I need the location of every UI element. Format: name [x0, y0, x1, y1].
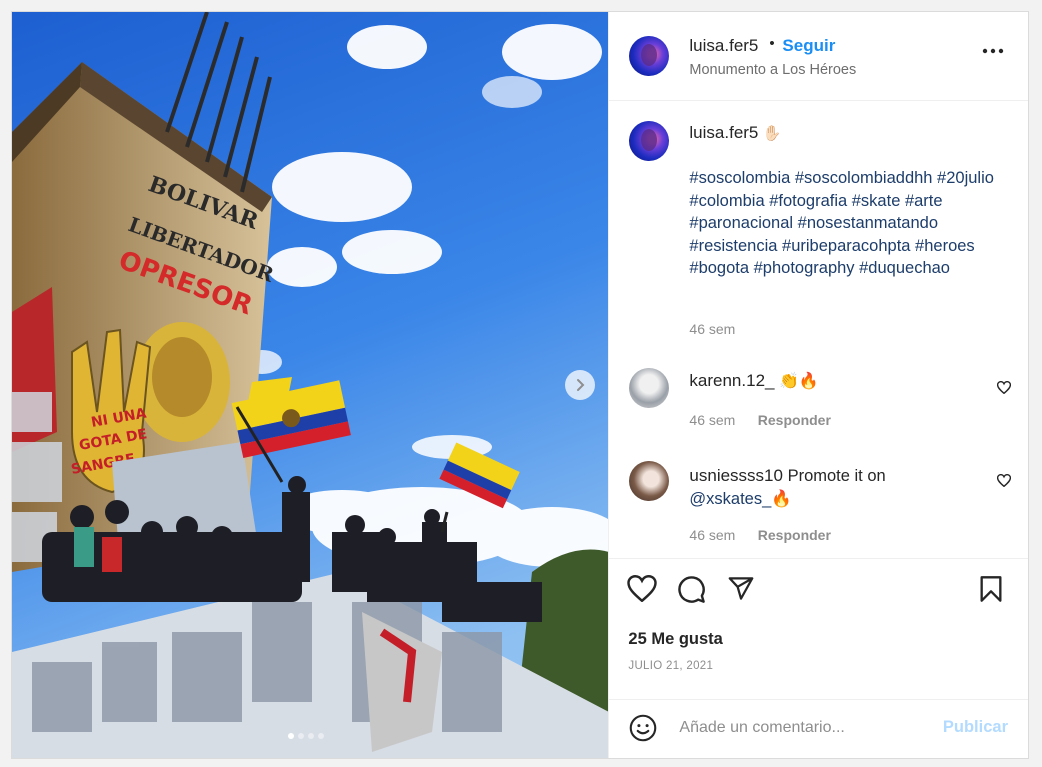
carousel-dot-3 [308, 733, 314, 739]
caption-avatar[interactable] [629, 121, 670, 161]
comment-1-meta: 46 sem Responder [689, 412, 831, 430]
carousel-dot-4 [318, 733, 324, 739]
comment-2-username[interactable]: usniessss10 [689, 466, 783, 485]
comment-2-reply-button[interactable]: Responder [758, 527, 831, 543]
follow-button[interactable]: Seguir [782, 36, 835, 56]
caption-hashtags[interactable]: #soscolombia #soscolombiaddhh #20julio #… [689, 167, 999, 280]
post-actions: 25 Me gusta JULIO 21, 2021 [609, 558, 1028, 699]
comment-1-username[interactable]: karenn.12_ [689, 371, 774, 390]
header-separator: • [769, 35, 775, 52]
comment-1-time: 46 sem [689, 412, 736, 428]
carousel-next-button[interactable] [565, 370, 595, 400]
carousel-indicator [288, 733, 324, 739]
author-avatar[interactable] [629, 36, 670, 76]
commenter-avatar-2[interactable] [629, 461, 670, 501]
chevron-right-icon [577, 379, 585, 391]
comment-2-text: Promote it on [787, 467, 886, 485]
author-username[interactable]: luisa.fer5 [689, 36, 758, 56]
caption-username[interactable]: luisa.fer5 [689, 123, 758, 142]
post-side-panel: luisa.fer5 • Seguir Monumento a Los Héro… [608, 12, 1028, 758]
comment-1-like-icon[interactable] [997, 381, 1011, 394]
add-comment-bar: Publicar [609, 699, 1028, 758]
publish-button[interactable]: Publicar [943, 718, 1008, 737]
carousel-dot-1 [288, 733, 294, 739]
location-link[interactable]: Monumento a Los Héroes [689, 62, 856, 78]
caption-emoji: ✋🏻 [762, 125, 782, 142]
comment-2-like-icon[interactable] [997, 474, 1011, 487]
comment-bubble-icon[interactable] [677, 575, 706, 604]
comment-1-text: 👏🔥 [778, 373, 819, 390]
comments-section: luisa.fer5 ✋🏻 #soscolombia #soscolombiad… [609, 101, 1028, 558]
heart-icon[interactable] [627, 575, 658, 602]
protest-photo: BOLIVAR LIBERTADOR OPRESOR NI UNA GOTA D… [12, 12, 609, 758]
smiley-icon[interactable] [629, 714, 657, 742]
carousel-dot-2 [298, 733, 304, 739]
post-header: luisa.fer5 • Seguir Monumento a Los Héro… [609, 12, 1028, 101]
comment-2-mention[interactable]: @xskates_🔥 [689, 490, 791, 508]
paper-plane-icon[interactable] [727, 575, 755, 602]
comment-input[interactable] [677, 718, 932, 738]
comment-2: usniessss10 Promote it on @xskates_🔥 [689, 464, 989, 511]
commenter-avatar-1[interactable] [629, 368, 670, 408]
likes-count[interactable]: 25 Me gusta [628, 630, 722, 649]
caption-header: luisa.fer5 ✋🏻 [689, 123, 999, 143]
more-options-icon[interactable] [982, 48, 1004, 54]
comment-2-time: 46 sem [689, 527, 736, 543]
comment-2-meta: 46 sem Responder [689, 527, 831, 545]
post-card: BOLIVAR LIBERTADOR OPRESOR NI UNA GOTA D… [11, 11, 1029, 759]
comment-1: karenn.12_ 👏🔥 [689, 371, 818, 391]
caption-time: 46 sem [689, 321, 736, 337]
bookmark-icon[interactable] [979, 575, 1003, 603]
comment-1-reply-button[interactable]: Responder [758, 412, 831, 428]
post-photo[interactable]: BOLIVAR LIBERTADOR OPRESOR NI UNA GOTA D… [12, 12, 609, 758]
post-date: JULIO 21, 2021 [628, 660, 714, 672]
